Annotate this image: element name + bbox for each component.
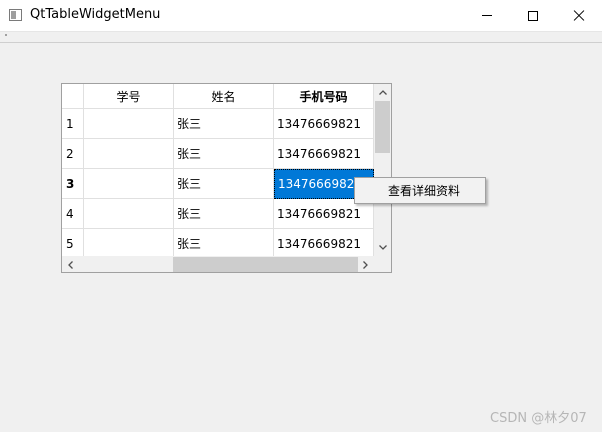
chevron-left-icon — [68, 260, 73, 269]
title-bar[interactable]: QtTableWidgetMenu — [0, 0, 602, 32]
context-menu: 查看详细资料 — [354, 177, 486, 204]
row-header-selected[interactable]: 3 — [62, 169, 84, 199]
table-cell[interactable]: 张三 — [174, 169, 274, 199]
row-header[interactable]: 4 — [62, 199, 84, 229]
column-header-phone[interactable]: 手机号码 — [274, 84, 374, 109]
minimize-icon — [482, 15, 492, 16]
menu-item-view-details[interactable]: 查看详细资料 — [355, 178, 485, 203]
vertical-scrollbar[interactable] — [374, 84, 391, 256]
watermark: CSDN @林夕07 — [490, 411, 587, 426]
maximize-button[interactable] — [510, 0, 556, 31]
table-cell[interactable] — [84, 199, 174, 229]
row-header[interactable]: 2 — [62, 139, 84, 169]
main-window: QtTableWidgetMenu 学号 姓名 手机号码 1 张三 134766… — [0, 0, 602, 432]
scroll-up-button[interactable] — [374, 84, 391, 101]
menu-bar — [0, 32, 602, 43]
table-cell[interactable]: 13476669821 — [274, 139, 374, 169]
table-cell[interactable]: 张三 — [174, 229, 274, 259]
scroll-right-button[interactable] — [357, 256, 374, 272]
table-cell[interactable]: 13476669821 — [274, 109, 374, 139]
close-icon — [573, 10, 585, 22]
table-cell[interactable]: 张三 — [174, 199, 274, 229]
table-cell[interactable]: 13476669821 — [274, 229, 374, 259]
chevron-down-icon — [378, 245, 387, 250]
column-header-id[interactable]: 学号 — [84, 84, 174, 109]
row-header[interactable]: 1 — [62, 109, 84, 139]
chevron-right-icon — [363, 260, 368, 269]
app-window-icon — [9, 9, 22, 21]
table-cell[interactable] — [84, 139, 174, 169]
chevron-up-icon — [378, 90, 387, 95]
maximize-icon — [528, 10, 538, 21]
vertical-scroll-thumb[interactable] — [375, 101, 390, 153]
horizontal-scrollbar[interactable] — [62, 256, 374, 272]
table-cell[interactable]: 张三 — [174, 109, 274, 139]
menubar-handle-icon — [5, 34, 7, 36]
window-title: QtTableWidgetMenu — [30, 7, 161, 22]
minimize-button[interactable] — [464, 0, 510, 31]
close-button[interactable] — [556, 0, 602, 31]
table-widget[interactable]: 学号 姓名 手机号码 1 张三 13476669821 2 张三 1347666… — [61, 83, 392, 273]
table-cell[interactable] — [84, 109, 174, 139]
column-header-name[interactable]: 姓名 — [174, 84, 274, 109]
horizontal-scroll-thumb[interactable] — [173, 257, 358, 272]
table-cell[interactable]: 张三 — [174, 139, 274, 169]
table-corner-button[interactable] — [62, 84, 84, 109]
table-cell[interactable] — [84, 229, 174, 259]
scroll-left-button[interactable] — [62, 256, 79, 272]
row-header[interactable]: 5 — [62, 229, 84, 259]
table-cell[interactable] — [84, 169, 174, 199]
scroll-down-button[interactable] — [374, 239, 391, 256]
scrollbar-corner — [374, 256, 391, 272]
